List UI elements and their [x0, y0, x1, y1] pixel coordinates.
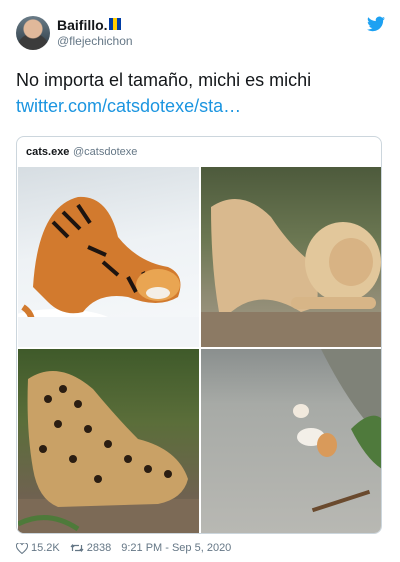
retweet-action[interactable]: 2838 — [70, 542, 111, 554]
photo-grid — [18, 167, 381, 533]
photo-tiger-in-snow[interactable] — [18, 167, 199, 347]
tweet-text: No importa el tamaño, michi es michi — [16, 70, 312, 90]
heart-icon — [16, 542, 28, 554]
tweet-footer: 15.2K 2838 9:21 PM - Sep 5, 2020 — [16, 542, 241, 554]
quoted-tweet[interactable]: cats.exe @catsdotexe — [16, 136, 382, 534]
tweet-link[interactable]: twitter.com/catsdotexe/sta… — [16, 94, 241, 118]
quoted-display-name[interactable]: cats.exe — [26, 146, 69, 158]
user-handle[interactable]: @flejechichon — [57, 34, 133, 48]
retweet-count: 2838 — [86, 542, 112, 554]
avatar[interactable] — [16, 16, 50, 50]
photo-cat-stretching-on-road[interactable] — [201, 349, 381, 533]
photo-jaguar-stretching[interactable] — [18, 349, 199, 533]
quoted-user-handle[interactable]: @catsdotexe — [73, 146, 137, 158]
retweet-icon — [70, 544, 84, 552]
photo-lion-stretching[interactable] — [201, 167, 381, 347]
tweet-timestamp[interactable]: 9:21 PM - Sep 5, 2020 — [121, 542, 231, 554]
display-name[interactable]: Baifillo. — [57, 17, 108, 33]
flag-icon — [109, 18, 121, 30]
twitter-bird-icon[interactable] — [367, 16, 385, 32]
like-count: 15.2K — [31, 542, 60, 554]
like-action[interactable]: 15.2K — [16, 542, 60, 554]
